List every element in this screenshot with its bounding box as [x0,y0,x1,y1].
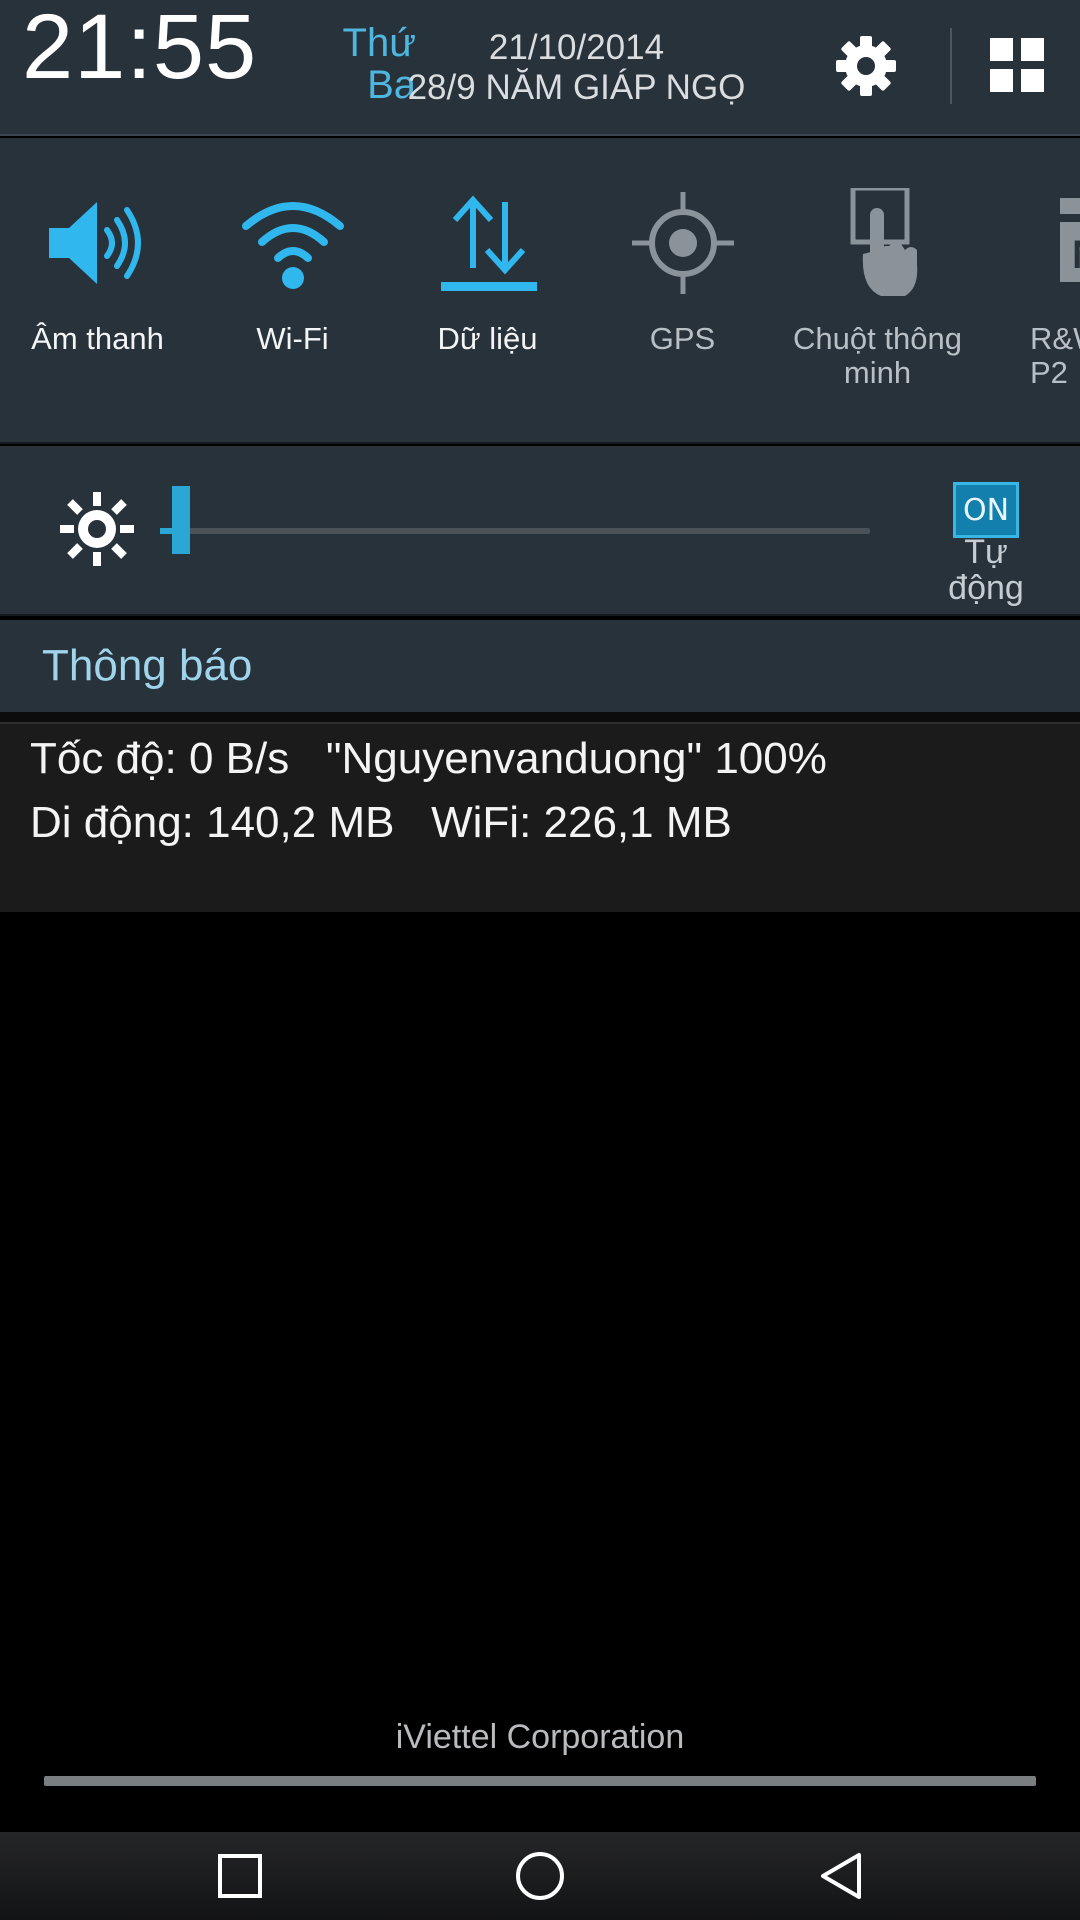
weekday: Thứ Ba [306,22,416,106]
notifications-divider [0,712,1080,722]
toggle-nfc[interactable]: NF R&W P2 [975,138,1080,442]
toggle-smart-touch-label: Chuột thông minh [780,322,975,390]
auto-brightness-label-line2: động [948,569,1024,607]
network-usage-line: Di động: 140,2 MB WiFi: 226,1 MB [30,798,732,847]
toggle-smart-touch[interactable]: Chuột thông minh [780,138,975,442]
toggle-smart-touch-label-line2: minh [843,355,912,390]
notifications-title: Thông báo [42,641,253,690]
gear-icon [836,36,896,96]
weekday-line1: Thứ [342,21,416,65]
square-icon [218,1854,262,1898]
circle-icon [516,1852,564,1900]
grid-icon [990,38,1044,92]
notification-shade: 21:55 Thứ Ba 21/10/2014 28/9 NĂM GIÁP NG… [0,0,1080,1920]
svg-text:NF: NF [1072,233,1080,277]
auto-brightness-label: Tự động [924,534,1048,606]
data-arrows-icon [440,195,537,291]
auto-brightness-label-line1: Tự [964,533,1008,571]
quick-settings-grid-button[interactable] [986,34,1048,96]
recent-apps-button[interactable] [205,1846,275,1906]
header-divider [950,28,952,104]
brightness-slider[interactable] [160,528,870,534]
toggle-sound[interactable]: Âm thanh [0,138,195,442]
home-button[interactable] [505,1846,575,1906]
wifi-icon [241,202,344,289]
toggle-nfc-label-line1: R&W [1030,321,1080,356]
toggle-wifi[interactable]: Wi-Fi [195,138,390,442]
toggle-smart-touch-label-line1: Chuột thông [793,321,962,356]
lunar-date: 28/9 NĂM GIÁP NGỌ [407,68,746,107]
date: 21/10/2014 [488,28,665,67]
quick-toggles: Âm thanh Wi-Fi Dữ liệu GPS Chuột thông m… [0,138,1080,444]
nfc-icon: NF [1059,198,1080,282]
carrier-label: iViettel Corporation [395,1718,685,1756]
speaker-icon [48,202,141,284]
clock[interactable]: 21:55 [22,1,257,93]
settings-button[interactable] [830,30,902,102]
toggle-nfc-label-line2: P2 [1030,355,1068,390]
weekday-line2: Ba [367,63,416,107]
toggle-nfc-label: R&W P2 [1030,322,1080,390]
gps-icon [631,192,734,294]
smart-touch-icon [850,188,917,296]
back-button[interactable] [805,1846,875,1906]
shade-drag-handle[interactable] [44,1776,1036,1786]
brightness-slider-thumb[interactable] [172,486,191,554]
shade-header: 21:55 Thứ Ba 21/10/2014 28/9 NĂM GIÁP NG… [0,0,1080,136]
toggle-gps-label: GPS [649,321,716,356]
toggle-sound-label: Âm thanh [31,321,164,356]
toggle-wifi-label: Wi-Fi [256,321,329,356]
brightness-icon [60,492,134,566]
toggle-gps[interactable]: GPS [585,138,780,442]
auto-brightness-toggle[interactable]: ON [953,482,1019,538]
network-notification[interactable]: Tốc độ: 0 B/s "Nguyenvanduong" 100% Di đ… [0,722,1080,912]
toggle-data-label: Dữ liệu [437,321,538,356]
back-triangle-icon [821,1853,861,1899]
network-speed-line: Tốc độ: 0 B/s "Nguyenvanduong" 100% [30,734,827,783]
toggle-data[interactable]: Dữ liệu [390,138,585,442]
date-block[interactable]: 21/10/2014 28/9 NĂM GIÁP NGỌ [404,28,749,108]
